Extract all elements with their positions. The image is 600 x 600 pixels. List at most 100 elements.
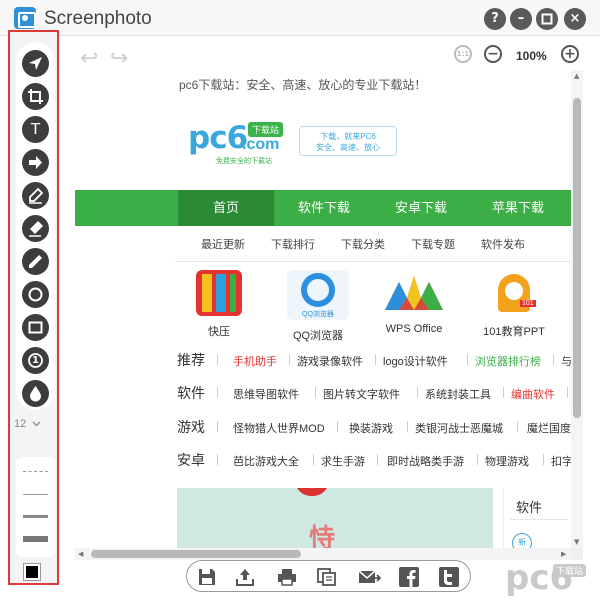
category-link[interactable]: 扣字 [551, 453, 571, 469]
subnav-item[interactable]: 下载分类 [341, 236, 385, 252]
minimize-button[interactable]: – [510, 8, 532, 30]
zoom-fit-icon[interactable]: 1:1 [454, 45, 472, 63]
crop-tool[interactable] [22, 83, 49, 110]
zoom-out-button[interactable]: − [484, 45, 502, 63]
nav-software[interactable]: 软件下载 [282, 190, 366, 226]
upload-button[interactable] [235, 567, 255, 587]
subnav-item[interactable]: 软件发布 [481, 236, 525, 252]
save-button[interactable] [197, 567, 217, 587]
banner-shape [295, 488, 329, 496]
category-link[interactable]: logo设计软件 [383, 353, 448, 369]
save-icon [199, 569, 215, 585]
text-tool[interactable]: T [22, 116, 49, 143]
help-button[interactable]: ? [484, 8, 506, 30]
category-link[interactable]: 物理游戏 [485, 453, 529, 469]
close-button[interactable]: × [564, 8, 586, 30]
category-link[interactable]: 即时战略类手游 [387, 453, 464, 469]
pencil-tool[interactable] [22, 248, 49, 275]
category-link[interactable]: 魔烂国度 [527, 420, 571, 436]
zoom-in-button[interactable]: + [561, 45, 579, 63]
print-button[interactable] [277, 567, 297, 587]
category-link[interactable]: 换装游戏 [349, 420, 393, 436]
app-name: QQ浏览器 [292, 330, 344, 342]
divider [175, 261, 571, 262]
app-name: 101教育PPT [483, 326, 545, 338]
scroll-left-icon[interactable]: ◀ [78, 550, 83, 558]
email-button[interactable] [357, 567, 381, 587]
twitter-share-button[interactable] [439, 567, 459, 587]
divider [337, 421, 338, 432]
app-tile[interactable]: 101 101教育PPT [479, 270, 549, 339]
app-tile[interactable]: WPS Office [379, 270, 449, 335]
category-link[interactable]: 与 [561, 353, 571, 369]
scroll-down-icon[interactable]: ▼ [574, 538, 579, 546]
watermark-badge: 下载站 [553, 564, 587, 577]
copy-icon [317, 568, 336, 586]
marker-tool[interactable] [22, 215, 49, 242]
color-picker[interactable] [23, 563, 41, 581]
tool-group: T 1 [16, 42, 55, 410]
action-bar [186, 560, 471, 592]
qq-browser-icon: QQ浏览器 [287, 270, 349, 320]
subnav-item[interactable]: 最近更新 [201, 236, 245, 252]
category-link[interactable]: 怪物猎人世界MOD [233, 420, 325, 436]
app-tile[interactable]: QQ浏览器 QQ浏览器 [283, 270, 353, 343]
category-link[interactable]: 游戏录像软件 [297, 353, 363, 369]
redo-button[interactable]: ↪ [110, 46, 128, 71]
line-style-thin[interactable] [23, 494, 48, 495]
category-link[interactable]: 类银河战士恶魔城 [415, 420, 503, 436]
nav-home[interactable]: 首页 [178, 190, 274, 226]
line-style-medium[interactable] [23, 515, 48, 518]
undo-button[interactable]: ↩ [80, 46, 98, 71]
vertical-scrollbar[interactable]: ▲ ▼ [571, 70, 583, 548]
rectangle-tool[interactable] [22, 314, 49, 341]
kuaiya-icon [196, 270, 242, 316]
divider [407, 421, 408, 432]
divider [417, 387, 418, 398]
vertical-scroll-thumb[interactable] [573, 98, 581, 418]
upload-icon [236, 569, 254, 586]
marker-icon [29, 221, 43, 237]
banner-image[interactable]: 恃 [177, 488, 493, 548]
divider [217, 354, 218, 365]
facebook-share-button[interactable] [399, 567, 419, 587]
scroll-right-icon[interactable]: ▶ [561, 550, 566, 558]
category-link[interactable]: 浏览器排行榜 [475, 353, 541, 369]
arrow-icon [29, 156, 42, 169]
send-tool[interactable] [22, 50, 49, 77]
horizontal-scroll-thumb[interactable] [91, 550, 301, 558]
divider [217, 454, 218, 465]
category-link[interactable]: 系统封装工具 [425, 386, 491, 402]
font-size-select[interactable]: 12 [14, 418, 41, 430]
category-link[interactable]: 思维导图软件 [233, 386, 299, 402]
scroll-up-icon[interactable]: ▲ [574, 72, 579, 80]
maximize-button[interactable] [536, 8, 558, 30]
subnav-item[interactable]: 下载排行 [271, 236, 315, 252]
wps-logo-icon [385, 276, 443, 310]
line-style-dotted[interactable] [23, 471, 48, 472]
capture-canvas[interactable]: pc6下载站：安全、高速、放心的专业下载站！ pc6 下载站 .com 免费安全… [75, 70, 583, 560]
category-row: 安卓 芭比游戏大全 求生手游 即时战略类手游 物理游戏 扣字 [177, 450, 571, 468]
category-link[interactable]: 手机助手 [233, 353, 277, 369]
highlighter-tool[interactable] [22, 182, 49, 209]
arrow-tool[interactable] [22, 149, 49, 176]
copy-button[interactable] [317, 567, 337, 587]
line-style-thick[interactable] [23, 536, 48, 542]
category-title: 游戏 [177, 419, 205, 435]
app-tile[interactable]: 快压 [184, 270, 254, 339]
subnav-item[interactable]: 下载专题 [411, 236, 455, 252]
email-icon [358, 570, 381, 583]
number-tool-glyph: 1 [32, 355, 39, 366]
blur-tool[interactable] [22, 380, 49, 407]
twitter-icon [439, 567, 459, 587]
category-link[interactable]: 求生手游 [321, 453, 365, 469]
horizontal-scrollbar[interactable]: ◀ ▶ [75, 548, 571, 560]
category-link[interactable]: 编曲软件 [511, 386, 555, 402]
nav-android[interactable]: 安卓下载 [379, 190, 463, 226]
category-link[interactable]: 图片转文字软件 [323, 386, 400, 402]
nav-apple[interactable]: 苹果下载 [476, 190, 560, 226]
number-tool[interactable]: 1 [22, 347, 49, 374]
divider [313, 454, 314, 465]
category-link[interactable]: 芭比游戏大全 [233, 453, 299, 469]
ellipse-tool[interactable] [22, 281, 49, 308]
